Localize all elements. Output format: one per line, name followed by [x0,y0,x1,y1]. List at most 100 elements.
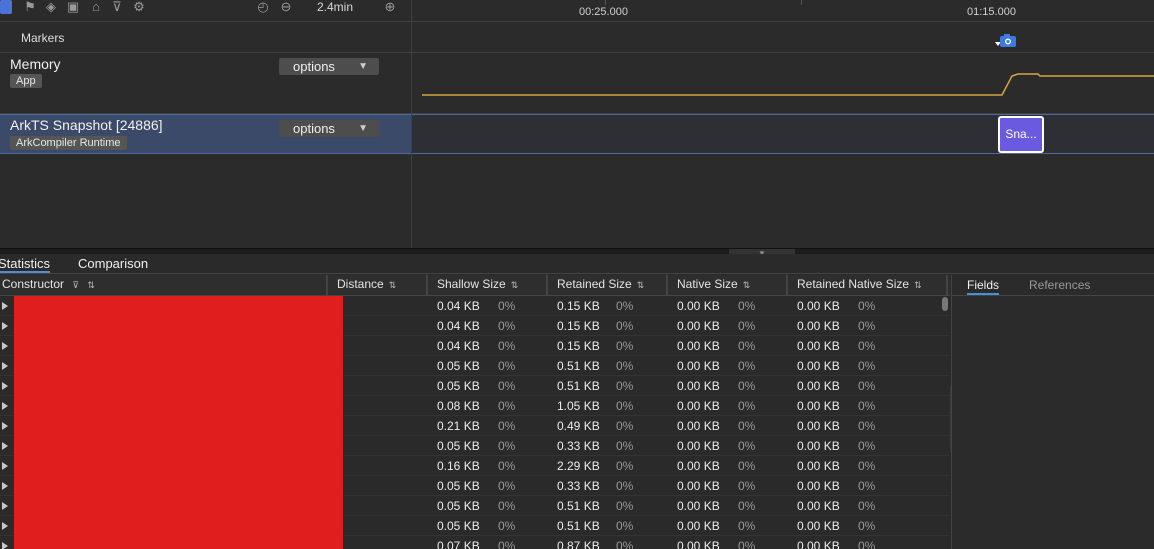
analysis-panel: Statistics Comparison Constructor ⊽ ⇅ Di… [0,254,1154,549]
cell-retained-pct: 0% [616,419,634,433]
cell-rnative-pct: 0% [858,539,876,549]
cell-retained-pct: 0% [616,359,634,373]
cell-native: 0.00 KB [677,339,720,353]
col-distance[interactable]: Distance ⇅ [328,275,428,296]
time-ruler[interactable]: 00:25.000 01:15.000 [412,0,1154,22]
select-icon[interactable] [0,0,12,14]
cell-shallow: 0.04 KB [437,319,480,333]
redacted-area [14,296,343,549]
expand-arrow-icon[interactable] [2,502,8,510]
cell-shallow: 0.05 KB [437,379,480,393]
ark-options-button[interactable]: options ▼ [279,120,379,137]
ark-options-label: options [293,121,335,136]
expand-arrow-icon[interactable] [2,342,8,350]
expand-arrow-icon[interactable] [2,302,8,310]
col-shallow-size[interactable]: Shallow Size ⇅ [428,275,548,296]
cell-native: 0.00 KB [677,499,720,513]
cell-retained-pct: 0% [616,539,634,549]
sort-icon[interactable]: ⇅ [637,280,645,290]
ruler-label: 01:15.000 [967,6,1016,18]
snapshot-marker-icon[interactable] [995,34,1019,48]
cell-rnative: 0.00 KB [797,379,840,393]
memory-options-button[interactable]: options ▼ [279,58,379,75]
ark-snapshot-row[interactable]: ArkTS Snapshot [24886] ArkCompiler Runti… [0,114,411,154]
expand-arrow-icon[interactable] [2,382,8,390]
sort-icon[interactable]: ⇅ [511,280,519,290]
sort-icon[interactable]: ⇅ [914,280,922,290]
gear-icon[interactable]: ⚙ [131,0,147,16]
ruler-label: 00:25.000 [579,6,628,18]
cell-native: 0.00 KB [677,459,720,473]
cell-native-pct: 0% [738,459,756,473]
col-native-size[interactable]: Native Size ⇅ [668,275,788,296]
cell-native: 0.00 KB [677,319,720,333]
cell-retained: 0.15 KB [557,339,600,353]
cell-shallow-pct: 0% [498,479,516,493]
expand-arrow-icon[interactable] [2,322,8,330]
cell-rnative-pct: 0% [858,479,876,493]
tab-references[interactable]: References [1029,278,1090,292]
tab-fields[interactable]: Fields [967,278,1000,295]
sort-icon[interactable]: ⇅ [743,280,751,290]
cell-shallow-pct: 0% [498,339,516,353]
col-constructor-label: Constructor [2,277,65,291]
cell-retained: 0.33 KB [557,439,600,453]
cell-native-pct: 0% [738,439,756,453]
cell-native-pct: 0% [738,519,756,533]
reset-zoom-icon[interactable]: ◴ [255,0,271,16]
zoom-in-icon[interactable]: ⊕ [382,0,398,16]
filter-icon[interactable]: ⊽ [72,280,79,290]
cell-native: 0.00 KB [677,439,720,453]
memory-line-graph [422,73,1154,96]
cell-native-pct: 0% [738,359,756,373]
memory-track[interactable] [412,53,1154,114]
col-constructor[interactable]: Constructor ⊽ ⇅ [0,275,328,296]
camera-icon[interactable]: ▣ [65,0,81,16]
col-retained-size[interactable]: Retained Size ⇅ [548,275,668,296]
expand-arrow-icon[interactable] [2,422,8,430]
expand-arrow-icon[interactable] [2,522,8,530]
cell-retained-pct: 0% [616,299,634,313]
cell-native-pct: 0% [738,419,756,433]
flag-icon[interactable]: ⚑ [22,0,38,16]
tab-statistics[interactable]: Statistics [0,256,51,273]
expand-arrow-icon[interactable] [2,482,8,490]
duration-label: 2.4min [317,0,354,14]
scrollbar-thumb[interactable] [942,297,948,311]
bank-icon[interactable]: ⌂ [88,0,104,16]
col-retained-native-size[interactable]: Retained Native Size ⇅ [788,275,948,296]
zoom-out-icon[interactable]: ⊖ [278,0,294,16]
col-retained-native-label: Retained Native Size [797,277,910,291]
cell-retained: 0.51 KB [557,499,600,513]
cell-retained: 0.49 KB [557,419,600,433]
expand-arrow-icon[interactable] [2,442,8,450]
cell-retained-pct: 0% [616,379,634,393]
cell-rnative: 0.00 KB [797,419,840,433]
tab-comparison[interactable]: Comparison [78,256,148,271]
snapshot-chip[interactable]: Sna... [998,116,1044,153]
target-icon[interactable]: ◈ [43,0,59,16]
cell-native-pct: 0% [738,479,756,493]
cell-retained: 0.15 KB [557,299,600,313]
markers-row: Markers [0,23,411,53]
expand-arrow-icon[interactable] [2,402,8,410]
col-native-label: Native Size [677,277,738,291]
cell-native: 0.00 KB [677,519,720,533]
timeline-panel: ⚑ ◈ ▣ ⌂ ⊽ ⚙ ◴ ⊖ 2.4min ⊕ Markers Memory … [0,0,1154,248]
cell-native-pct: 0% [738,539,756,549]
cell-rnative: 0.00 KB [797,439,840,453]
cell-native: 0.00 KB [677,479,720,493]
cell-shallow-pct: 0% [498,379,516,393]
ark-snapshot-track[interactable]: Sna... [412,114,1154,154]
cell-shallow: 0.16 KB [437,459,480,473]
cell-native-pct: 0% [738,379,756,393]
filter-icon[interactable]: ⊽ [109,0,125,16]
sort-icon[interactable]: ⇅ [87,280,95,290]
expand-arrow-icon[interactable] [2,462,8,470]
expand-arrow-icon[interactable] [2,362,8,370]
memory-row[interactable]: Memory App options ▼ [0,53,411,114]
track-labels: ⚑ ◈ ▣ ⌂ ⊽ ⚙ ◴ ⊖ 2.4min ⊕ Markers Memory … [0,0,411,248]
sort-icon[interactable]: ⇅ [389,280,397,290]
expand-arrow-icon[interactable] [2,542,8,549]
cell-shallow-pct: 0% [498,299,516,313]
